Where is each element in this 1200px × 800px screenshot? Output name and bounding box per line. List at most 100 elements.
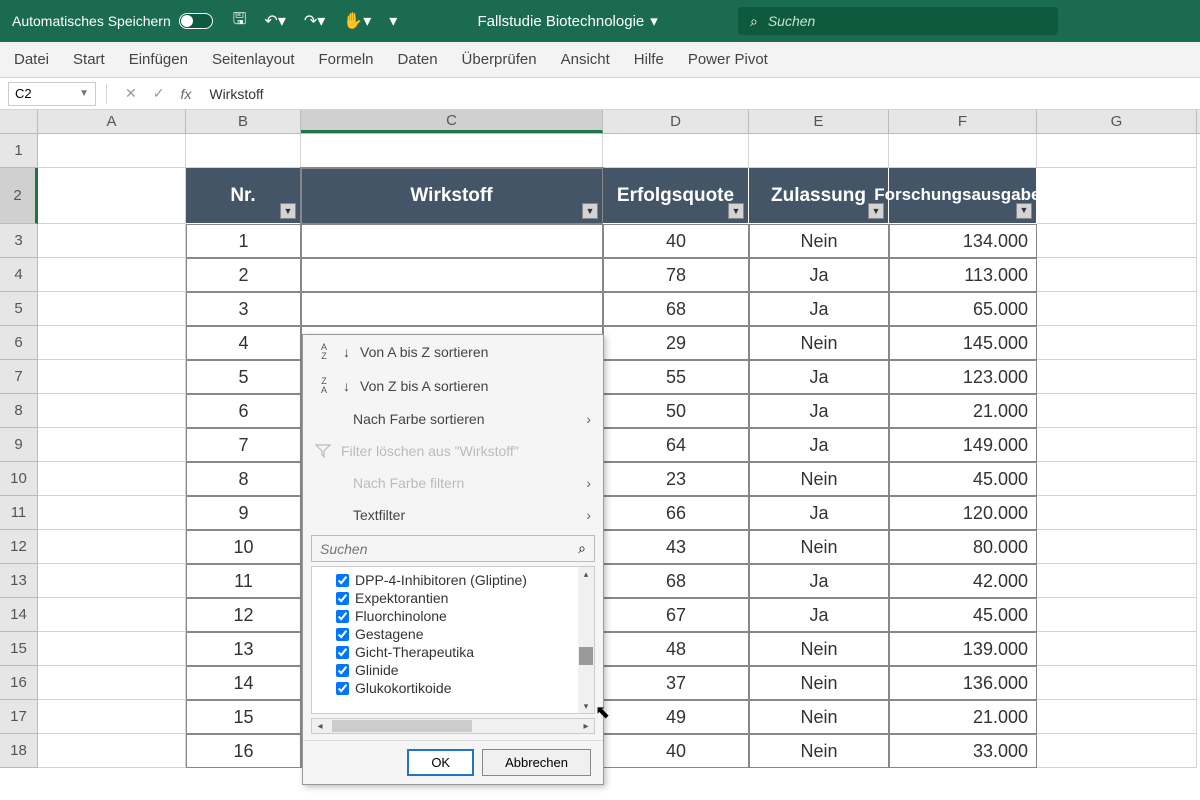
- scroll-down-icon[interactable]: ▾: [578, 699, 594, 713]
- filter-checkbox-item[interactable]: Glukokortikoide: [320, 679, 586, 697]
- sort-az-item[interactable]: AZ↓ Von A bis Z sortieren: [303, 335, 603, 369]
- checkbox[interactable]: [336, 574, 349, 587]
- scroll-left-icon[interactable]: ◂: [312, 721, 328, 732]
- cell-forschung[interactable]: 80.000: [889, 530, 1037, 564]
- cell[interactable]: [1037, 360, 1197, 394]
- touch-mode-icon[interactable]: ✋▾: [343, 11, 371, 31]
- table-header-wirkstoff[interactable]: Wirkstoff ▼: [301, 168, 603, 224]
- row-header[interactable]: 2: [0, 168, 38, 224]
- checkbox[interactable]: [336, 592, 349, 605]
- cell-nr[interactable]: 5: [186, 360, 301, 394]
- row-header[interactable]: 6: [0, 326, 38, 360]
- row-header[interactable]: 7: [0, 360, 38, 394]
- col-header-a[interactable]: A: [38, 110, 186, 133]
- cell[interactable]: [1037, 496, 1197, 530]
- filter-search-box[interactable]: ⌕: [311, 535, 595, 562]
- cell-zulassung[interactable]: Nein: [749, 666, 889, 700]
- row-header[interactable]: 14: [0, 598, 38, 632]
- cell-erfolgsquote[interactable]: 68: [603, 564, 749, 598]
- filter-checkbox-item[interactable]: Expektorantien: [320, 589, 586, 607]
- cell[interactable]: [38, 530, 186, 564]
- row-header[interactable]: 12: [0, 530, 38, 564]
- cell[interactable]: [1037, 666, 1197, 700]
- row-header[interactable]: 17: [0, 700, 38, 734]
- formula-input[interactable]: Wirkstoff: [199, 86, 1200, 102]
- cell[interactable]: [1037, 428, 1197, 462]
- text-filter-item[interactable]: Textfilter ›: [303, 499, 603, 531]
- row-header[interactable]: 11: [0, 496, 38, 530]
- cell[interactable]: [1037, 224, 1197, 258]
- autosave-control[interactable]: Automatisches Speichern: [12, 13, 213, 29]
- cell[interactable]: [38, 632, 186, 666]
- cell-erfolgsquote[interactable]: 48: [603, 632, 749, 666]
- scroll-thumb[interactable]: [579, 647, 593, 665]
- cell-zulassung[interactable]: Ja: [749, 496, 889, 530]
- cell-nr[interactable]: 6: [186, 394, 301, 428]
- scroll-up-icon[interactable]: ▴: [578, 567, 594, 581]
- save-icon[interactable]: 🖫: [233, 8, 247, 35]
- cell-erfolgsquote[interactable]: 64: [603, 428, 749, 462]
- tab-seitenlayout[interactable]: Seitenlayout: [212, 51, 295, 68]
- filter-dropdown-icon[interactable]: ▼: [728, 203, 744, 219]
- cell-nr[interactable]: 2: [186, 258, 301, 292]
- cell-forschung[interactable]: 45.000: [889, 598, 1037, 632]
- row-header[interactable]: 16: [0, 666, 38, 700]
- table-header-erfolgsquote[interactable]: Erfolgsquote ▼: [603, 168, 749, 224]
- cell-nr[interactable]: 11: [186, 564, 301, 598]
- cell-zulassung[interactable]: Nein: [749, 530, 889, 564]
- cell-forschung[interactable]: 33.000: [889, 734, 1037, 768]
- cell[interactable]: [38, 326, 186, 360]
- cell-erfolgsquote[interactable]: 37: [603, 666, 749, 700]
- row-header[interactable]: 15: [0, 632, 38, 666]
- cell[interactable]: [1037, 168, 1197, 224]
- cell[interactable]: [1037, 700, 1197, 734]
- cancel-icon[interactable]: ✕: [125, 85, 137, 102]
- checkbox[interactable]: [336, 628, 349, 641]
- cell[interactable]: [603, 134, 749, 168]
- cell-nr[interactable]: 13: [186, 632, 301, 666]
- cell-forschung[interactable]: 42.000: [889, 564, 1037, 598]
- row-header[interactable]: 13: [0, 564, 38, 598]
- cell-forschung[interactable]: 120.000: [889, 496, 1037, 530]
- tab-formeln[interactable]: Formeln: [319, 51, 374, 68]
- cell-zulassung[interactable]: Nein: [749, 462, 889, 496]
- cell[interactable]: [1037, 564, 1197, 598]
- document-title[interactable]: Fallstudie Biotechnologie ▾: [397, 12, 738, 30]
- cell-zulassung[interactable]: Ja: [749, 598, 889, 632]
- filter-checkbox-item[interactable]: Glinide: [320, 661, 586, 679]
- cell[interactable]: [749, 134, 889, 168]
- tab-daten[interactable]: Daten: [398, 51, 438, 68]
- cell-erfolgsquote[interactable]: 40: [603, 224, 749, 258]
- cell[interactable]: [38, 292, 186, 326]
- cell-forschung[interactable]: 21.000: [889, 700, 1037, 734]
- cell-forschung[interactable]: 145.000: [889, 326, 1037, 360]
- cell-nr[interactable]: 14: [186, 666, 301, 700]
- confirm-icon[interactable]: ✓: [153, 85, 165, 102]
- cell-forschung[interactable]: 65.000: [889, 292, 1037, 326]
- cell-erfolgsquote[interactable]: 29: [603, 326, 749, 360]
- col-header-b[interactable]: B: [186, 110, 301, 133]
- cell[interactable]: [889, 134, 1037, 168]
- cell-nr[interactable]: 7: [186, 428, 301, 462]
- cell-erfolgsquote[interactable]: 40: [603, 734, 749, 768]
- cell[interactable]: [38, 258, 186, 292]
- cell[interactable]: [1037, 292, 1197, 326]
- tab-powerpivot[interactable]: Power Pivot: [688, 51, 768, 68]
- tab-ansicht[interactable]: Ansicht: [561, 51, 610, 68]
- cell-forschung[interactable]: 45.000: [889, 462, 1037, 496]
- cell-zulassung[interactable]: Ja: [749, 428, 889, 462]
- cell[interactable]: [1037, 632, 1197, 666]
- cell-erfolgsquote[interactable]: 66: [603, 496, 749, 530]
- col-header-c[interactable]: C: [301, 110, 603, 133]
- cancel-button[interactable]: Abbrechen: [482, 749, 591, 776]
- tab-datei[interactable]: Datei: [14, 51, 49, 68]
- row-header[interactable]: 5: [0, 292, 38, 326]
- cell[interactable]: [1037, 598, 1197, 632]
- cell[interactable]: [1037, 326, 1197, 360]
- cell-zulassung[interactable]: Ja: [749, 292, 889, 326]
- cell-forschung[interactable]: 21.000: [889, 394, 1037, 428]
- cell-forschung[interactable]: 149.000: [889, 428, 1037, 462]
- table-header-forschung[interactable]: Forschungsausgaben ▼: [889, 168, 1037, 224]
- cell-forschung[interactable]: 123.000: [889, 360, 1037, 394]
- cell[interactable]: [1037, 530, 1197, 564]
